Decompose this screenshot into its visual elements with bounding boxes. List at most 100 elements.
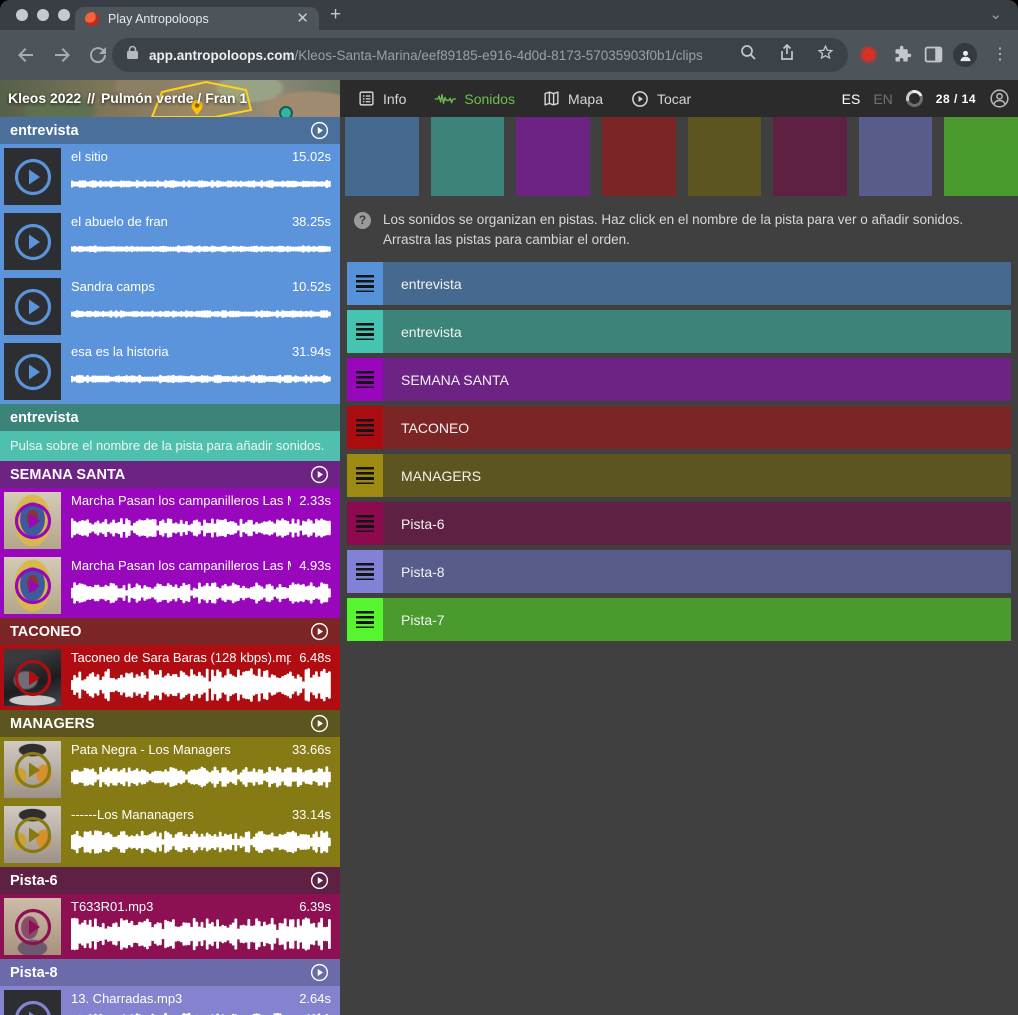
play-clip-icon[interactable] bbox=[13, 658, 53, 698]
nav-info[interactable]: Info bbox=[358, 90, 406, 107]
play-clip-icon[interactable] bbox=[13, 750, 53, 790]
clip-row[interactable]: Marcha Pasan los campanilleros Las Mejor… bbox=[0, 488, 340, 553]
clip-row[interactable]: T633R01.mp3 6.39s bbox=[0, 894, 340, 959]
play-clip-icon[interactable] bbox=[13, 907, 53, 947]
window-controls[interactable] bbox=[16, 9, 70, 21]
play-clip-icon[interactable] bbox=[13, 815, 53, 855]
nav-mapa[interactable]: Mapa bbox=[543, 90, 603, 107]
clip-row[interactable]: Pata Negra - Los Managers 33.66s bbox=[0, 737, 340, 802]
extensions-puzzle-icon[interactable] bbox=[892, 44, 913, 70]
play-clip-icon[interactable] bbox=[13, 222, 53, 262]
nav-tocar[interactable]: Tocar bbox=[631, 90, 691, 108]
lock-icon[interactable] bbox=[126, 45, 139, 65]
play-track-icon[interactable] bbox=[309, 870, 330, 891]
clip-waveform[interactable] bbox=[71, 510, 331, 546]
lang-en-button[interactable]: EN bbox=[873, 91, 892, 107]
play-clip-icon[interactable] bbox=[13, 287, 53, 327]
side-panel-icon[interactable] bbox=[923, 44, 944, 70]
share-icon[interactable] bbox=[779, 44, 795, 66]
clip-thumbnail[interactable] bbox=[4, 649, 61, 706]
clip-row[interactable]: Marcha Pasan los campanilleros Las Mejor… bbox=[0, 553, 340, 618]
back-button[interactable] bbox=[14, 43, 38, 67]
clip-waveform[interactable] bbox=[71, 575, 331, 611]
clip-waveform[interactable] bbox=[71, 166, 331, 202]
track-header[interactable]: Pista-8 bbox=[0, 959, 340, 986]
play-clip-icon[interactable] bbox=[13, 352, 53, 392]
track-row[interactable]: Pista-8 bbox=[347, 550, 1011, 593]
lang-es-button[interactable]: ES bbox=[842, 91, 861, 107]
play-track-icon[interactable] bbox=[309, 713, 330, 734]
play-clip-icon[interactable] bbox=[13, 566, 53, 606]
nav-sonidos[interactable]: Sonidos bbox=[434, 91, 515, 107]
track-row[interactable]: entrevista bbox=[347, 262, 1011, 305]
play-clip-icon[interactable] bbox=[13, 501, 53, 541]
clip-waveform[interactable] bbox=[71, 296, 331, 332]
track-header[interactable]: Pista-6 bbox=[0, 867, 340, 894]
clip-row[interactable]: el abuelo de fran 38.25s bbox=[0, 209, 340, 274]
clip-row[interactable]: Sandra camps 10.52s bbox=[0, 274, 340, 339]
forward-button[interactable] bbox=[50, 43, 74, 67]
drag-handle[interactable] bbox=[347, 598, 383, 641]
drag-handle[interactable] bbox=[347, 454, 383, 497]
track-header[interactable]: TACONEO bbox=[0, 618, 340, 645]
drag-handle[interactable] bbox=[347, 358, 383, 401]
clip-thumbnail[interactable] bbox=[4, 741, 61, 798]
track-row[interactable]: TACONEO bbox=[347, 406, 1011, 449]
clip-thumbnail[interactable] bbox=[4, 278, 61, 335]
track-header[interactable]: entrevista bbox=[0, 117, 340, 144]
account-circle-icon[interactable] bbox=[989, 88, 1010, 109]
play-track-icon[interactable] bbox=[309, 120, 330, 141]
browser-profile-avatar[interactable] bbox=[953, 43, 977, 67]
track-row[interactable]: Pista-6 bbox=[347, 502, 1011, 545]
track-row[interactable]: SEMANA SANTA bbox=[347, 358, 1011, 401]
drag-handle[interactable] bbox=[347, 262, 383, 305]
clip-thumbnail[interactable] bbox=[4, 148, 61, 205]
track-header[interactable]: entrevista bbox=[0, 404, 340, 431]
tab-search-chevron-icon[interactable]: ⌄ bbox=[989, 5, 1002, 23]
play-track-icon[interactable] bbox=[309, 962, 330, 983]
browser-menu-kebab-icon[interactable]: ⋮ bbox=[992, 43, 1008, 67]
remix-cover-map-image[interactable]: Kleos 2022//Pulmón verde / Fran 1 bbox=[0, 80, 340, 117]
address-bar[interactable]: app.antropoloops.com/Kleos-Santa-Marina/… bbox=[112, 38, 848, 72]
drag-handle[interactable] bbox=[347, 310, 383, 353]
clip-thumbnail[interactable] bbox=[4, 806, 61, 863]
track-row[interactable]: MANAGERS bbox=[347, 454, 1011, 497]
new-tab-button[interactable]: + bbox=[330, 4, 341, 26]
clip-row[interactable]: ------Los Mananagers 33.14s bbox=[0, 802, 340, 867]
reload-button[interactable] bbox=[86, 43, 110, 67]
clip-row[interactable]: 13. Charradas.mp3 2.64s bbox=[0, 986, 340, 1015]
clip-waveform[interactable] bbox=[71, 824, 331, 860]
track-header[interactable]: SEMANA SANTA bbox=[0, 461, 340, 488]
close-window-button[interactable] bbox=[16, 9, 28, 21]
minimize-window-button[interactable] bbox=[37, 9, 49, 21]
track-row[interactable]: Pista-7 bbox=[347, 598, 1011, 641]
clip-thumbnail[interactable] bbox=[4, 990, 61, 1015]
clip-waveform[interactable] bbox=[71, 667, 331, 703]
clip-waveform[interactable] bbox=[71, 231, 331, 267]
close-tab-icon[interactable]: ✕ bbox=[296, 11, 309, 26]
recording-extension-icon[interactable] bbox=[862, 48, 875, 61]
clip-row[interactable]: Taconeo de Sara Baras (128 kbps).mp3 6.4… bbox=[0, 645, 340, 710]
clip-waveform[interactable] bbox=[71, 1008, 331, 1015]
drag-handle[interactable] bbox=[347, 406, 383, 449]
play-clip-icon[interactable] bbox=[13, 157, 53, 197]
clip-waveform[interactable] bbox=[71, 361, 331, 397]
clip-waveform[interactable] bbox=[71, 759, 331, 795]
clip-row[interactable]: esa es la historia 31.94s bbox=[0, 339, 340, 404]
drag-handle[interactable] bbox=[347, 550, 383, 593]
clip-thumbnail[interactable] bbox=[4, 213, 61, 270]
browser-tab[interactable]: Play Antropoloops ✕ bbox=[75, 7, 319, 30]
clip-thumbnail[interactable] bbox=[4, 898, 61, 955]
play-clip-icon[interactable] bbox=[13, 999, 53, 1015]
play-track-icon[interactable] bbox=[309, 464, 330, 485]
zoom-window-button[interactable] bbox=[58, 9, 70, 21]
clip-thumbnail[interactable] bbox=[4, 492, 61, 549]
bookmark-star-icon[interactable] bbox=[817, 44, 834, 66]
track-row[interactable]: entrevista bbox=[347, 310, 1011, 353]
track-header[interactable]: MANAGERS bbox=[0, 710, 340, 737]
zoom-page-icon[interactable] bbox=[740, 44, 757, 66]
clip-thumbnail[interactable] bbox=[4, 343, 61, 400]
drag-handle[interactable] bbox=[347, 502, 383, 545]
clip-thumbnail[interactable] bbox=[4, 557, 61, 614]
clip-waveform[interactable] bbox=[71, 916, 331, 952]
